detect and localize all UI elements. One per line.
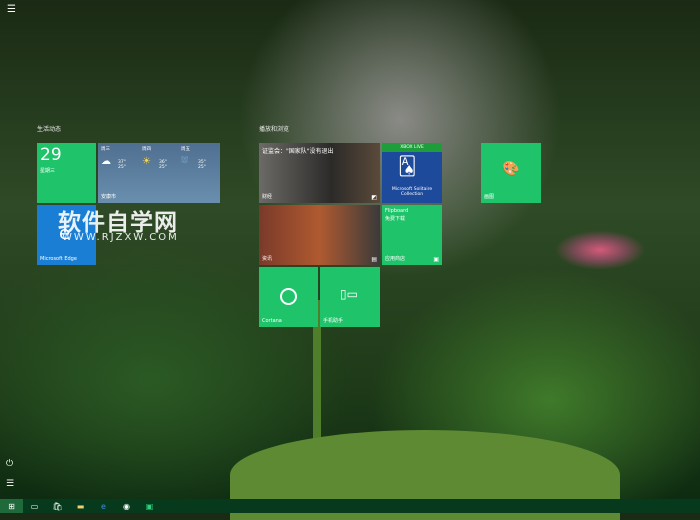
flipboard-label: 应用商店 — [385, 256, 406, 262]
cards-icon: 🂡 — [398, 156, 417, 177]
edge-browser-icon[interactable]: e — [92, 499, 115, 513]
task-view-icon[interactable]: ▭ — [23, 499, 46, 513]
group-title-play[interactable]: 播放和浏览 — [259, 124, 289, 133]
chart-icon: ◩ — [371, 194, 377, 201]
cloud-icon: ☁ — [101, 156, 111, 167]
windows-start-icon[interactable]: ⊞ — [0, 499, 23, 513]
news-icon: ▤ — [371, 256, 377, 263]
money-label: 财经 — [262, 194, 273, 200]
money-tile[interactable]: 证监会："国家队"没有退出 财经 ◩ — [259, 143, 380, 203]
weather-day-name: 周五 — [181, 147, 190, 152]
calendar-day: 29 — [40, 145, 62, 165]
weather-city: 安康市 — [101, 194, 117, 200]
flipboard-subtitle: 免费下载 — [385, 216, 406, 222]
phone-companion-tile[interactable]: ▯▭ 手机助手 — [320, 267, 380, 327]
edge-label: Microsoft Edge — [40, 256, 77, 262]
rain-icon: ⛆ — [181, 156, 189, 166]
power-icon[interactable]: ⏻ — [6, 459, 13, 469]
weather-low: 25° — [159, 165, 167, 170]
chrome-icon[interactable]: ◉ — [115, 499, 138, 513]
store-icon[interactable]: 🛍 — [46, 499, 69, 513]
store-icon: ▣ — [433, 256, 439, 263]
watermark-url: WWW.RJZXW.COM — [62, 232, 179, 243]
taskbar: ⊞ ▭ 🛍 ▬ e ◉ ▣ — [0, 499, 700, 513]
flipboard-tile[interactable]: Flipboard 免费下载 应用商店 ▣ — [382, 205, 442, 265]
weather-low: 25° — [118, 165, 126, 170]
palette-icon: 🎨 — [502, 161, 520, 177]
xbox-live-badge: XBOX LIVE — [382, 143, 442, 152]
phone-label: 手机助手 — [323, 318, 344, 324]
cortana-icon — [280, 288, 297, 305]
devices-icon: ▯▭ — [340, 287, 358, 301]
solitaire-tile[interactable]: XBOX LIVE 🂡 Microsoft Solitaire Collecti… — [382, 143, 442, 203]
paint-label: 画图 — [484, 194, 495, 200]
money-headline: 证监会："国家队"没有退出 — [262, 148, 334, 155]
solitaire-title: Microsoft Solitaire Collection — [391, 187, 433, 197]
sun-icon: ☀ — [142, 156, 151, 167]
all-apps-icon[interactable]: ☰ — [6, 479, 14, 489]
flipboard-title: Flipboard — [385, 208, 409, 214]
weather-tile[interactable]: 周三 ☁ 37° 25° 周四 ☀ 36° 25° 周五 ⛆ 35° 25° 安康市 — [98, 143, 220, 203]
weather-day-name: 周四 — [142, 147, 151, 152]
news-label: 资讯 — [262, 256, 273, 262]
hamburger-menu-icon[interactable]: ☰ — [7, 4, 16, 15]
cortana-tile[interactable]: Cortana — [259, 267, 318, 327]
paint-tile[interactable]: 🎨 画图 — [481, 143, 541, 203]
group-title-life[interactable]: 生活动态 — [37, 124, 61, 133]
news-tile[interactable]: 资讯 ▤ — [259, 205, 380, 265]
app-icon[interactable]: ▣ — [138, 499, 161, 513]
weather-low: 25° — [198, 165, 206, 170]
calendar-tile[interactable]: 29 星期三 — [37, 143, 96, 203]
weather-day-name: 周三 — [101, 147, 110, 152]
calendar-weekday: 星期三 — [40, 168, 56, 174]
file-explorer-icon[interactable]: ▬ — [69, 499, 92, 513]
cortana-label: Cortana — [262, 318, 282, 324]
